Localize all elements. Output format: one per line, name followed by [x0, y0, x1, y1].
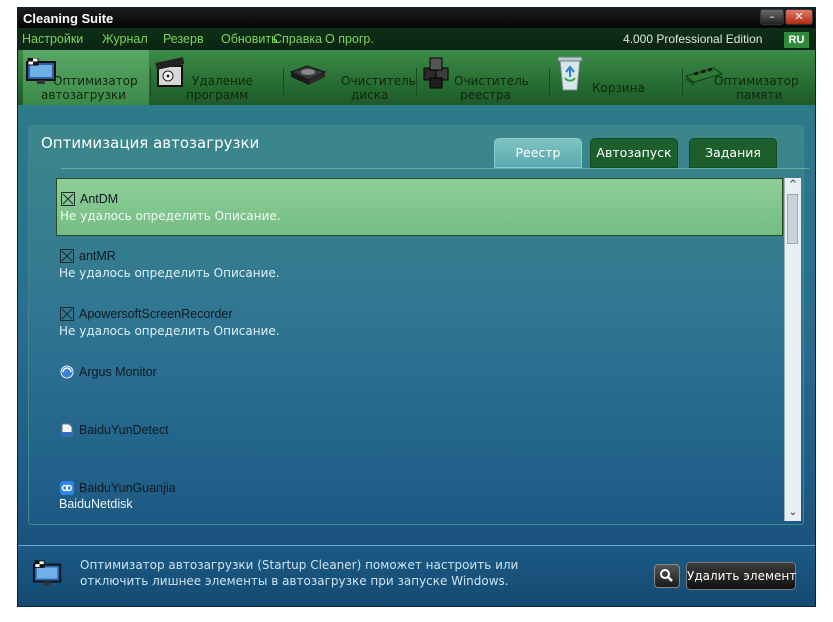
- scroll-up-icon[interactable]: ^: [785, 178, 801, 192]
- search-button[interactable]: [654, 564, 680, 588]
- tab-label-line2: диска: [351, 88, 389, 102]
- tab-uninstaller[interactable]: Удаление программ: [152, 50, 282, 105]
- list-item[interactable]: BaiduYunGuanjia BaiduNetdisk: [56, 468, 783, 511]
- item-name: AntDM: [80, 192, 119, 206]
- tool-tabs: Оптимизатор автозагрузки Удаление програ…: [18, 50, 815, 105]
- window-title: Cleaning Suite: [23, 11, 114, 26]
- item-description: Не удалось определить Описание.: [60, 209, 281, 223]
- tab-recycle-bin[interactable]: Корзина: [551, 50, 681, 105]
- panel-divider: [61, 168, 809, 169]
- menu-settings[interactable]: Настройки: [22, 32, 83, 46]
- tab-registry-cleaner[interactable]: Очиститель реестра: [418, 50, 548, 105]
- startup-list: AntDM Не удалось определить Описание. an…: [56, 178, 783, 511]
- registry-cubes-icon: [423, 57, 449, 89]
- tab-separator: [150, 68, 151, 96]
- menu-bar: Настройки Журнал Резерв Обновить Справка…: [18, 28, 815, 50]
- item-name: antMR: [79, 249, 116, 263]
- document-icon: [61, 423, 73, 437]
- monitor-icon: [32, 560, 62, 586]
- list-item[interactable]: ApowersoftScreenRecorder Не удалось опре…: [56, 294, 783, 352]
- magnifier-icon: [660, 569, 673, 582]
- menu-about[interactable]: О прогр.: [325, 32, 374, 46]
- item-name: BaiduYunDetect: [79, 423, 169, 437]
- menu-backup[interactable]: Резерв: [163, 32, 204, 46]
- item-name: BaiduYunGuanjia: [79, 481, 176, 495]
- tab-separator: [682, 68, 683, 96]
- list-item[interactable]: AntDM Не удалось определить Описание.: [56, 178, 783, 236]
- subtab-tasks[interactable]: Задания: [689, 138, 777, 168]
- language-badge[interactable]: RU: [784, 32, 809, 48]
- scrollbar-thumb[interactable]: [787, 194, 798, 244]
- list-scrollbar[interactable]: ^ ⌄: [784, 178, 801, 521]
- tab-label-line1: Оптимизатор: [714, 74, 799, 88]
- edition-label: 4.000 Professional Edition: [623, 32, 763, 46]
- footer-line1: Оптимизатор автозагрузки (Startup Cleane…: [80, 558, 519, 572]
- unchecked-box-icon[interactable]: [61, 192, 75, 206]
- film-box-icon: [155, 57, 185, 87]
- tab-separator: [283, 68, 284, 96]
- tab-separator: [416, 68, 417, 96]
- baidu-cloud-icon: [60, 481, 74, 495]
- item-description: Не удалось определить Описание.: [59, 324, 280, 338]
- panel-title: Оптимизация автозагрузки: [41, 134, 260, 152]
- tab-label-line2: автозагрузки: [41, 88, 126, 102]
- unchecked-box-icon[interactable]: [60, 307, 74, 321]
- minimize-icon: –: [769, 10, 775, 23]
- list-item[interactable]: antMR Не удалось определить Описание.: [56, 236, 783, 294]
- title-bar: Cleaning Suite – ✕: [18, 8, 815, 28]
- subtab-registry[interactable]: Реестр: [494, 138, 582, 168]
- recycle-bin-icon: [557, 56, 583, 91]
- tab-label-line2: памяти: [736, 88, 783, 102]
- scroll-down-icon[interactable]: ⌄: [785, 506, 801, 520]
- tab-label-line1: Корзина: [592, 81, 645, 95]
- footer-line2: отключить лишнее элементы в автозагрузке…: [80, 574, 509, 588]
- list-item[interactable]: BaiduYunDetect: [56, 410, 783, 468]
- tab-memory-optimizer[interactable]: Оптимизатор памяти: [684, 50, 815, 105]
- item-name: Argus Monitor: [79, 365, 157, 379]
- tab-separator: [549, 68, 550, 96]
- menu-journal[interactable]: Журнал: [102, 32, 148, 46]
- close-button[interactable]: ✕: [785, 9, 813, 25]
- subtab-autorun[interactable]: Автозапуск: [590, 138, 678, 168]
- unchecked-box-icon[interactable]: [60, 249, 74, 263]
- item-name: ApowersoftScreenRecorder: [79, 307, 233, 321]
- tab-label-line1: Удаление: [192, 74, 254, 88]
- close-icon: ✕: [794, 10, 804, 23]
- tab-label-line2: реестра: [460, 88, 511, 102]
- tab-label-line1: Очиститель: [341, 74, 416, 88]
- tab-disk-cleaner[interactable]: Очиститель диска: [285, 50, 416, 105]
- app-window: Cleaning Suite – ✕ Настройки Журнал Резе…: [17, 7, 816, 607]
- tab-label-line1: Оптимизатор: [53, 74, 138, 88]
- delete-item-button[interactable]: Удалить элемент: [686, 562, 796, 590]
- minimize-button[interactable]: –: [760, 9, 784, 25]
- menu-help[interactable]: Справка: [273, 32, 322, 46]
- footer-description: Оптимизатор автозагрузки (Startup Cleane…: [80, 557, 518, 589]
- item-name: BaiduNetdisk: [59, 497, 133, 511]
- item-description: Не удалось определить Описание.: [59, 266, 280, 280]
- tab-label-line1: Очиститель: [454, 74, 529, 88]
- menu-update[interactable]: Обновить: [221, 32, 278, 46]
- list-item[interactable]: Argus Monitor: [56, 352, 783, 410]
- argus-globe-icon: [60, 365, 74, 379]
- tab-startup-optimizer[interactable]: Оптимизатор автозагрузки: [23, 50, 149, 105]
- tab-label-line2: программ: [186, 88, 249, 102]
- hard-drive-icon: [289, 65, 327, 85]
